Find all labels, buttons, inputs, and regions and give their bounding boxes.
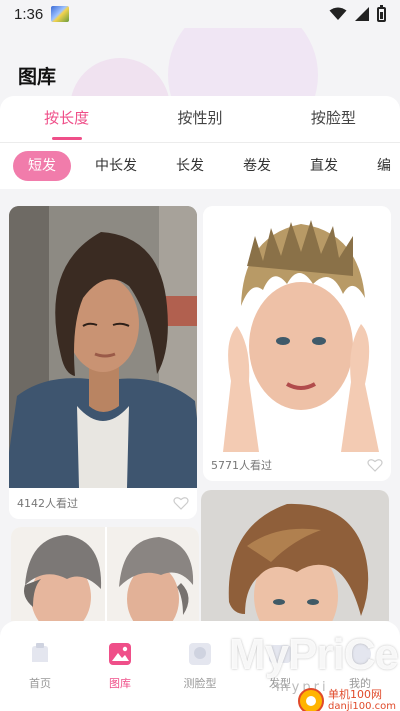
header-decoration <box>70 58 170 100</box>
heart-icon[interactable] <box>367 458 383 472</box>
nav-label: 测脸型 <box>183 677 217 690</box>
view-count: 4142人看过 <box>17 497 78 510</box>
view-count: 5771人看过 <box>211 459 272 472</box>
category-tabs: 按长度 按性别 按脸型 <box>0 96 400 142</box>
hairstyle-card[interactable]: 5771人看过 <box>203 206 391 481</box>
signal-icon <box>355 7 369 21</box>
home-icon <box>32 643 48 662</box>
hairstyle-photo <box>203 206 391 452</box>
profile-icon <box>349 643 371 665</box>
tab-face-shape[interactable]: 按脸型 <box>267 96 400 142</box>
hairstyle-card[interactable] <box>201 490 389 621</box>
hairstyle-photo <box>201 490 389 621</box>
nav-gallery[interactable]: 图库 <box>80 621 160 711</box>
chip-long[interactable]: 长发 <box>161 151 219 181</box>
wifi-icon <box>329 7 347 20</box>
nav-hairstyle[interactable]: 发型 <box>240 621 320 711</box>
heart-icon[interactable] <box>173 496 189 510</box>
face-scan-icon <box>189 643 211 665</box>
header-decoration <box>168 28 318 100</box>
status-time: 1:36 <box>14 5 44 23</box>
card-footer: 4142人看过 <box>9 487 197 519</box>
tab-length[interactable]: 按长度 <box>0 96 133 142</box>
chip-medium-long[interactable]: 中长发 <box>80 151 152 181</box>
nav-label: 图库 <box>109 677 131 690</box>
nav-profile[interactable]: 我的 <box>320 621 400 711</box>
hairstyle-card[interactable] <box>11 527 199 621</box>
filter-chips: 短发 中长发 长发 卷发 直发 编 <box>0 143 400 189</box>
nav-label: 首页 <box>29 677 51 690</box>
status-icons <box>329 4 386 22</box>
status-bar: 1:36 <box>0 0 400 28</box>
hairstyle-card[interactable]: 4142人看过 <box>9 206 197 519</box>
hairstyle-grid: 4142人看过 5771人看过 <box>0 189 400 621</box>
hairstyle-photo <box>11 527 199 621</box>
nav-home[interactable]: 首页 <box>0 621 80 711</box>
page-title: 图库 <box>18 66 57 88</box>
chip-curly[interactable]: 卷发 <box>228 151 286 181</box>
nav-label: 发型 <box>269 677 291 690</box>
battery-icon <box>377 4 386 22</box>
hairstyle-icon <box>269 645 291 663</box>
nav-label: 我的 <box>349 677 371 690</box>
hairstyle-photo <box>9 206 197 488</box>
notification-image-icon <box>51 6 70 22</box>
tab-gender[interactable]: 按性别 <box>133 96 266 142</box>
card-footer: 5771人看过 <box>203 449 391 481</box>
nav-face-scan[interactable]: 测脸型 <box>160 621 240 711</box>
gallery-icon <box>109 643 131 665</box>
bottom-nav: 首页 图库 测脸型 发型 我的 <box>0 621 400 711</box>
page-header: 图库 <box>0 28 400 100</box>
chip-straight[interactable]: 直发 <box>295 151 353 181</box>
chip-short[interactable]: 短发 <box>13 151 71 181</box>
chip-braid[interactable]: 编 <box>362 151 400 181</box>
